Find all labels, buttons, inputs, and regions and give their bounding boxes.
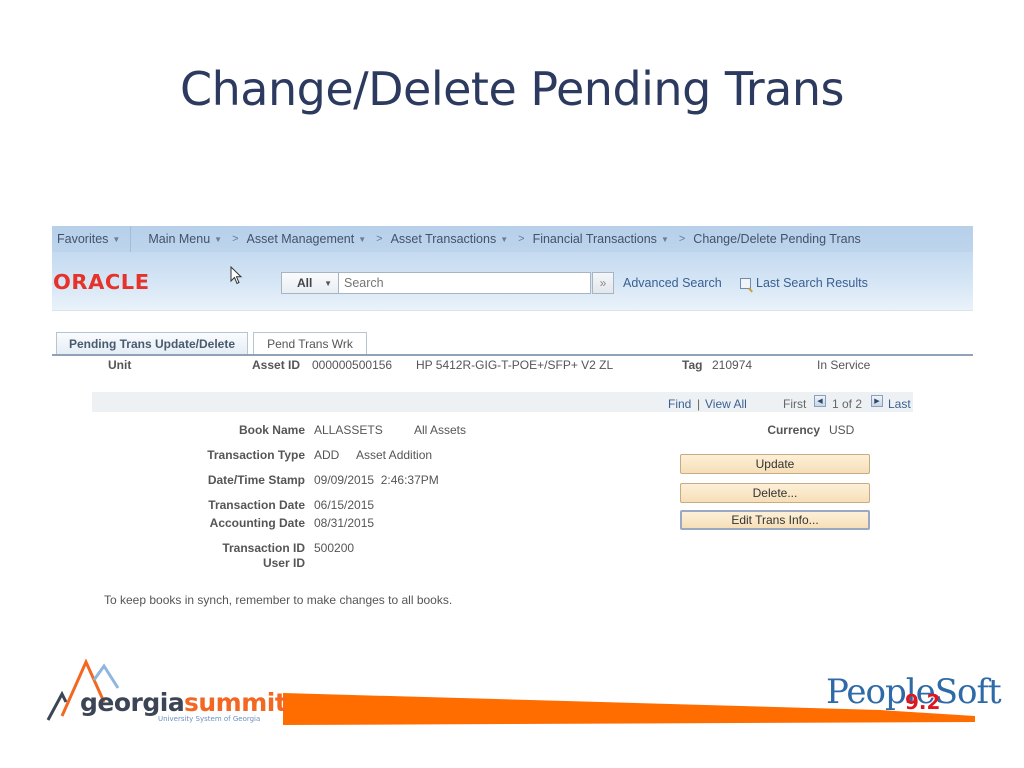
pager-position: 1 of 2 — [832, 397, 863, 411]
chevron-down-icon: ▼ — [500, 234, 509, 244]
datetime-stamp-label: Date/Time Stamp — [207, 473, 305, 487]
breadcrumb-label: Asset Transactions — [390, 232, 497, 246]
book-name-description: All Assets — [414, 423, 467, 437]
last-search-results-link[interactable]: Last Search Results — [740, 276, 868, 290]
favorites-label: Favorites — [57, 232, 109, 246]
asset-id-value: 000000500156 — [312, 358, 393, 372]
tab-pend-trans-wrk[interactable]: Pend Trans Wrk — [253, 332, 367, 354]
breadcrumb-label: Asset Management — [246, 232, 355, 246]
delete-button[interactable]: Delete... — [680, 483, 870, 503]
asset-description: HP 5412R-GIG-T-POE+/SFP+ V2 ZL — [416, 358, 614, 372]
chevron-down-icon: ▼ — [214, 234, 223, 244]
book-name-label: Book Name — [238, 423, 305, 437]
search-scope-value: All — [297, 276, 313, 290]
accounting-date-label: Accounting Date — [209, 516, 305, 530]
update-button[interactable]: Update — [680, 454, 870, 474]
logo-subtitle: University System of Georgia — [158, 715, 261, 723]
breadcrumb-label: Change/Delete Pending Trans — [693, 232, 861, 246]
asset-id-label: Asset ID — [252, 358, 301, 372]
page-tabs: Pending Trans Update/Delete Pend Trans W… — [52, 332, 973, 356]
breadcrumb-separator-icon: > — [376, 233, 383, 245]
navigation-bar: Favorites ▼ Main Menu ▼ > Asset Manageme… — [52, 226, 973, 252]
view-all-link[interactable]: View All — [705, 397, 747, 411]
user-id-label: User ID — [262, 556, 305, 570]
breadcrumb-separator-icon: > — [518, 233, 525, 245]
chevron-down-icon: ▼ — [324, 278, 332, 288]
transaction-date-value: 06/15/2015 — [314, 498, 375, 512]
favorites-menu[interactable]: Favorites ▼ — [52, 226, 132, 252]
previous-arrow-icon[interactable]: ◀ — [814, 395, 826, 407]
accounting-date-value: 08/31/2015 — [314, 516, 375, 530]
transaction-id-value: 500200 — [314, 541, 355, 555]
search-scope-dropdown[interactable]: All ▼ — [281, 272, 339, 294]
first-link[interactable]: First — [783, 397, 806, 411]
logo-word-summit: summit — [184, 688, 287, 717]
breadcrumb-main-menu[interactable]: Main Menu ▼ — [148, 232, 222, 246]
peoplesoft-version: 9.2 — [905, 690, 941, 714]
oracle-logo: ORACLE — [53, 270, 150, 294]
tab-pending-trans-update-delete[interactable]: Pending Trans Update/Delete — [56, 332, 248, 354]
georgia-summit-logo: georgia summit University System of Geor… — [46, 658, 287, 728]
breadcrumb-label: Main Menu — [148, 232, 211, 246]
next-arrow-icon[interactable]: ▶ — [871, 395, 883, 407]
pager-separator: | — [697, 397, 701, 411]
advanced-search-link[interactable]: Advanced Search — [623, 276, 722, 290]
last-link[interactable]: Last — [888, 397, 911, 411]
search-bar: All ▼ » — [281, 272, 614, 294]
datetime-stamp-value: 09/09/2015 2:46:37PM — [314, 473, 439, 487]
asset-status: In Service — [817, 358, 871, 372]
chevron-down-icon: ▼ — [358, 234, 367, 244]
chevron-down-icon: ▼ — [660, 234, 669, 244]
logo-word-georgia: georgia — [80, 688, 185, 717]
sync-books-note: To keep books in synch, remember to make… — [104, 593, 453, 607]
currency-label: Currency — [767, 423, 820, 437]
breadcrumb-financial-transactions[interactable]: Financial Transactions ▼ — [533, 232, 669, 246]
breadcrumb-label: Financial Transactions — [532, 232, 657, 246]
tag-value: 210974 — [712, 358, 753, 372]
magnifier-icon — [740, 277, 751, 289]
transaction-type-label: Transaction Type — [207, 448, 305, 462]
book-name-value: ALLASSETS — [314, 423, 383, 437]
last-search-results-label: Last Search Results — [756, 276, 868, 290]
breadcrumb-current-page[interactable]: Change/Delete Pending Trans — [693, 232, 860, 246]
unit-label: Unit — [108, 358, 132, 372]
find-link[interactable]: Find — [668, 397, 691, 411]
mouse-cursor-icon — [230, 266, 243, 285]
transaction-type-value: ADD — [314, 448, 340, 462]
double-chevron-right-icon: » — [599, 276, 607, 290]
breadcrumb-separator-icon: > — [232, 233, 239, 245]
edit-trans-info-button[interactable]: Edit Trans Info... — [680, 510, 870, 530]
breadcrumb-asset-transactions[interactable]: Asset Transactions ▼ — [391, 232, 509, 246]
search-input[interactable] — [339, 272, 591, 294]
chevron-down-icon: ▼ — [112, 234, 121, 244]
tag-label: Tag — [682, 358, 703, 372]
currency-value: USD — [829, 423, 855, 437]
peoplesoft-window: Favorites ▼ Main Menu ▼ > Asset Manageme… — [52, 226, 973, 616]
transaction-date-label: Transaction Date — [208, 498, 305, 512]
search-go-button[interactable]: » — [592, 272, 614, 294]
transaction-type-description: Asset Addition — [356, 448, 433, 462]
slide-title: Change/Delete Pending Trans — [180, 62, 844, 116]
transaction-id-label: Transaction ID — [222, 541, 305, 555]
breadcrumb-separator-icon: > — [678, 233, 686, 245]
breadcrumb-asset-management[interactable]: Asset Management ▼ — [247, 232, 367, 246]
app-header: Favorites ▼ Main Menu ▼ > Asset Manageme… — [52, 226, 973, 311]
